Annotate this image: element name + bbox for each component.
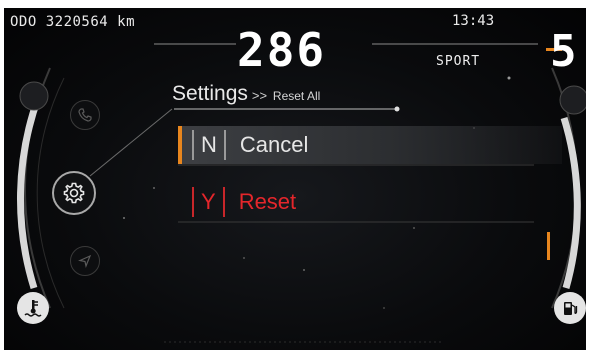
breadcrumb: Reset All <box>272 89 321 103</box>
navigation-icon[interactable] <box>70 246 100 276</box>
fuel-pump-icon <box>554 292 586 324</box>
clock: 13:43 <box>452 13 495 29</box>
gear-indicator: 5 <box>550 26 577 77</box>
cancel-key-hint: N <box>192 130 226 160</box>
settings-gear-icon[interactable] <box>52 171 96 215</box>
dashboard-screen: ODO 3220564 km 13:43 286 SPORT 5 Setting… <box>4 8 586 350</box>
page-title: Settings >> Reset All <box>172 82 320 106</box>
breadcrumb-separator: >> <box>251 88 268 103</box>
speed-readout: 286 <box>237 23 327 77</box>
phone-icon[interactable] <box>70 100 100 130</box>
odometer: ODO 3220564 km <box>10 14 136 30</box>
cancel-option[interactable]: N Cancel <box>178 126 562 164</box>
reset-label: Reset <box>238 189 297 214</box>
settings-title: Settings <box>172 82 248 105</box>
reset-key-hint: Y <box>192 187 225 217</box>
selection-indicator <box>178 126 182 164</box>
reset-option[interactable]: Y Reset <box>178 183 562 221</box>
coolant-temperature-icon <box>17 292 49 324</box>
cancel-label: Cancel <box>239 132 309 157</box>
ride-mode: SPORT <box>436 54 481 69</box>
